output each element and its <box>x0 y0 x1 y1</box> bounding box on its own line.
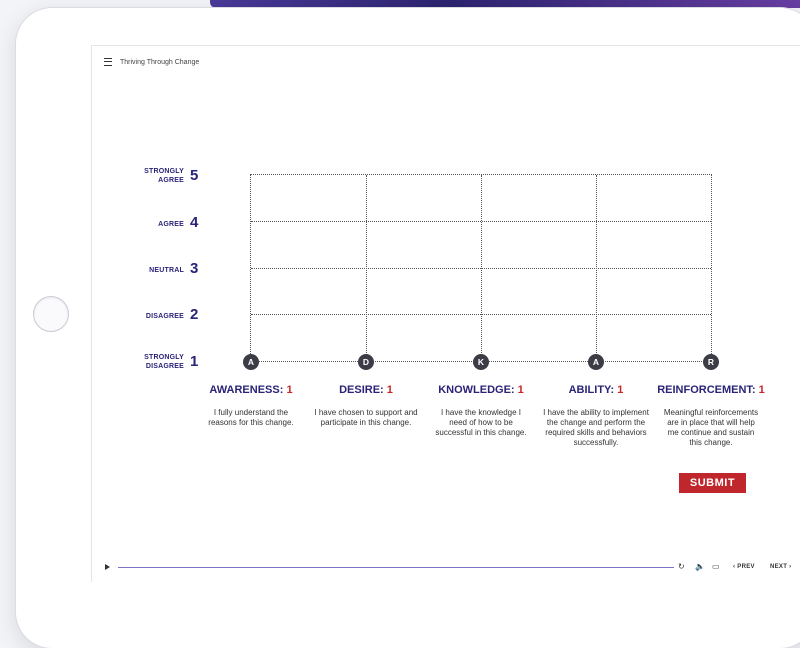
reinforcement-heading: REINFORCEMENT: 1 <box>657 384 765 396</box>
knowledge-description: I have the knowledge I need of how to be… <box>435 408 527 437</box>
captions-icon[interactable]: ▭ <box>712 562 720 571</box>
awareness-value: 1 <box>286 384 293 396</box>
knowledge-value: 1 <box>517 384 524 396</box>
knowledge-marker[interactable]: K <box>473 354 489 370</box>
tablet-home-button <box>33 296 69 332</box>
reinforcement-column: REINFORCEMENT: 1 Meaningful reinforcemen… <box>651 384 771 448</box>
volume-icon[interactable]: 🔈 <box>695 562 705 571</box>
course-title: Thriving Through Change <box>120 58 200 66</box>
awareness-description: I fully understand the reasons for this … <box>208 408 294 427</box>
ability-heading: ABILITY: 1 <box>568 384 624 396</box>
scale-label-3: NEUTRAL <box>149 267 184 274</box>
awareness-marker[interactable]: A <box>243 354 259 370</box>
scale-number-2: 2 <box>190 306 199 323</box>
top-bar: Thriving Through Change <box>104 58 199 66</box>
course-screen: Thriving Through Change STRONGLY AGREE 5 … <box>91 45 800 582</box>
replay-icon[interactable]: ↻ <box>678 562 685 571</box>
awareness-heading: AWARENESS: 1 <box>209 384 293 396</box>
ability-marker[interactable]: A <box>588 354 604 370</box>
scale-number-3: 3 <box>190 260 199 277</box>
desire-heading: DESIRE: 1 <box>339 384 393 396</box>
awareness-column: AWARENESS: 1 I fully understand the reas… <box>191 384 311 428</box>
menu-icon[interactable] <box>104 58 112 66</box>
desire-value: 1 <box>386 384 393 396</box>
play-icon[interactable] <box>105 564 110 570</box>
player-bar: ↻ 🔈 ▭ ‹ PREV NEXT › <box>92 560 800 576</box>
desire-marker[interactable]: D <box>358 354 374 370</box>
rating-grid <box>250 174 712 362</box>
desire-column: DESIRE: 1 I have chosen to support and p… <box>306 384 426 428</box>
knowledge-heading: KNOWLEDGE: 1 <box>438 384 524 396</box>
progress-bar[interactable] <box>118 567 674 568</box>
scale-label-4: AGREE <box>158 221 184 228</box>
scale-number-5: 5 <box>190 167 199 184</box>
submit-button[interactable]: SUBMIT <box>679 473 746 493</box>
reinforcement-value: 1 <box>758 384 765 396</box>
grid-line <box>481 175 482 361</box>
reinforcement-marker[interactable]: R <box>703 354 719 370</box>
scale-number-4: 4 <box>190 214 199 231</box>
desire-description: I have chosen to support and participate… <box>314 408 418 427</box>
ability-value: 1 <box>617 384 624 396</box>
ability-description: I have the ability to implement the chan… <box>543 408 649 447</box>
grid-line <box>366 175 367 361</box>
prev-button[interactable]: ‹ PREV <box>733 564 755 570</box>
scale-label-2: DISAGREE <box>145 313 184 320</box>
grid-line <box>596 175 597 361</box>
scale-label-1: STRONGLY DISAGREE <box>144 354 184 370</box>
background-banner <box>210 0 800 8</box>
reinforcement-description: Meaningful reinforcements are in place t… <box>663 408 759 447</box>
ability-column: ABILITY: 1 I have the ability to impleme… <box>536 384 656 448</box>
next-button[interactable]: NEXT › <box>770 564 791 570</box>
scale-label-5: STRONGLY AGREE <box>144 168 184 184</box>
knowledge-column: KNOWLEDGE: 1 I have the knowledge I need… <box>421 384 541 438</box>
scale-number-1: 1 <box>190 353 199 370</box>
